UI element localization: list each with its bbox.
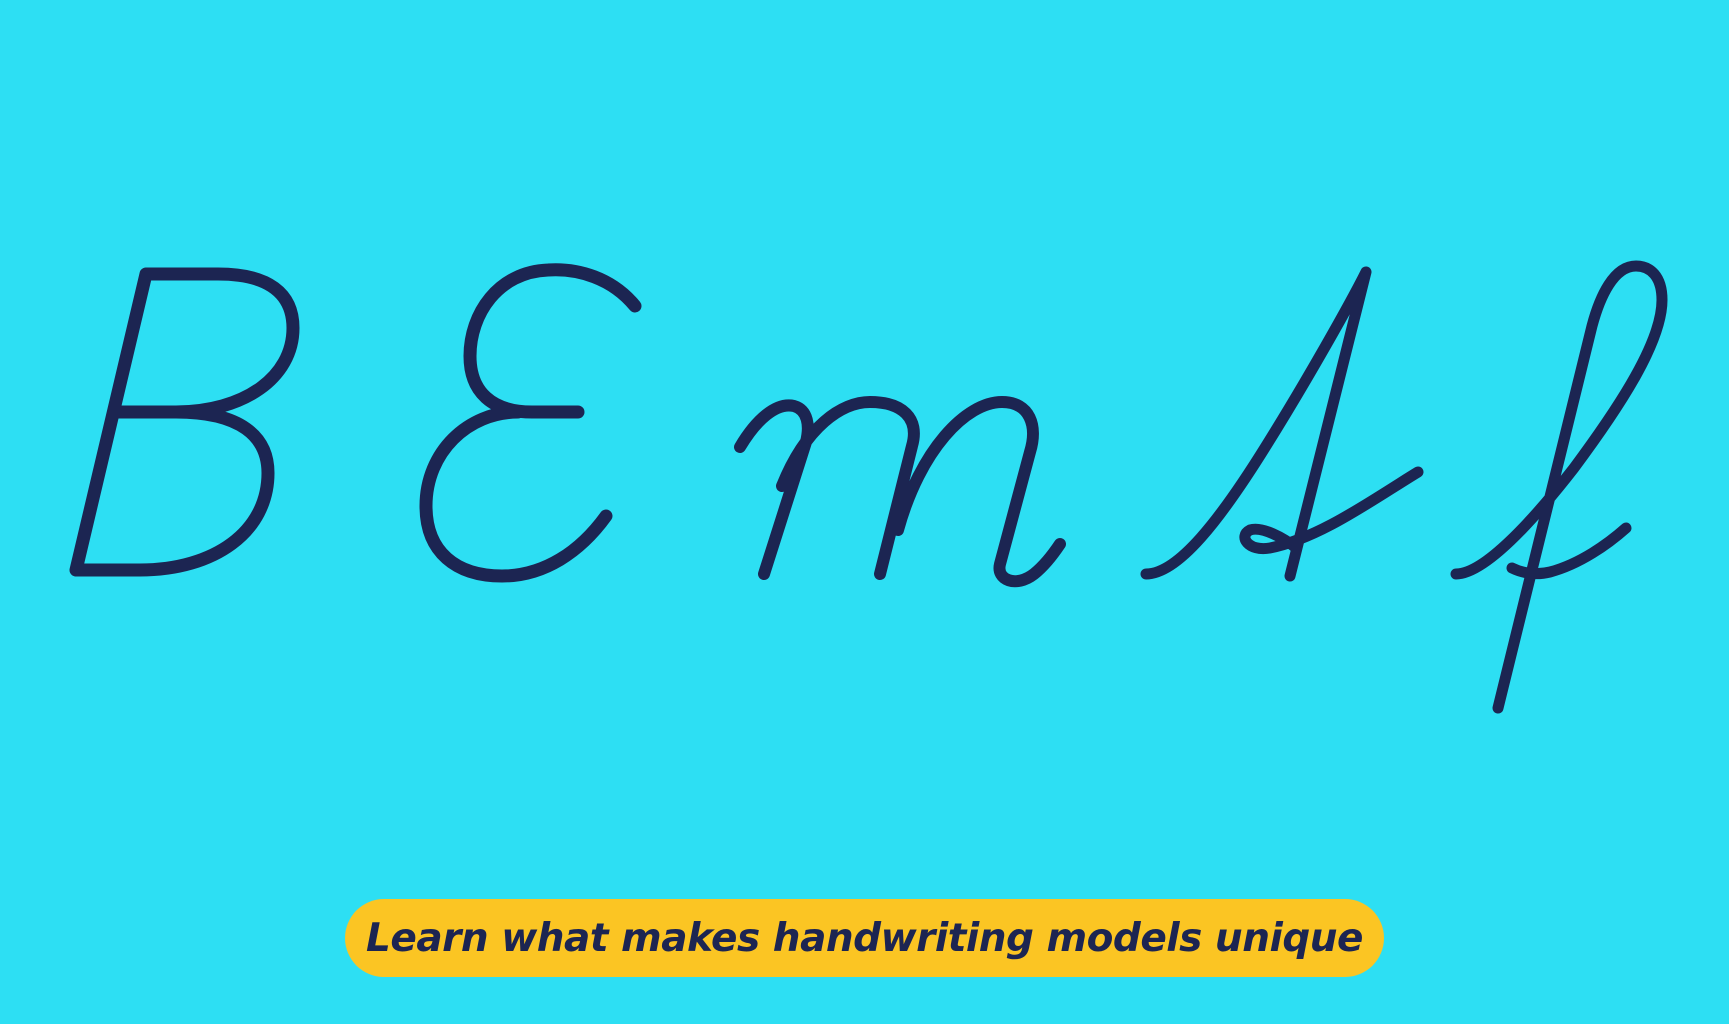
learn-more-button[interactable]: Learn what makes handwriting models uniq… (345, 899, 1384, 977)
cursive-letter-row (0, 0, 1729, 1024)
learn-more-label: Learn what makes handwriting models uniq… (366, 915, 1363, 961)
handwriting-banner: { "theme": { "background": "#2ddff3", "i… (0, 0, 1729, 1024)
cursive-letter-f (1450, 260, 1668, 714)
